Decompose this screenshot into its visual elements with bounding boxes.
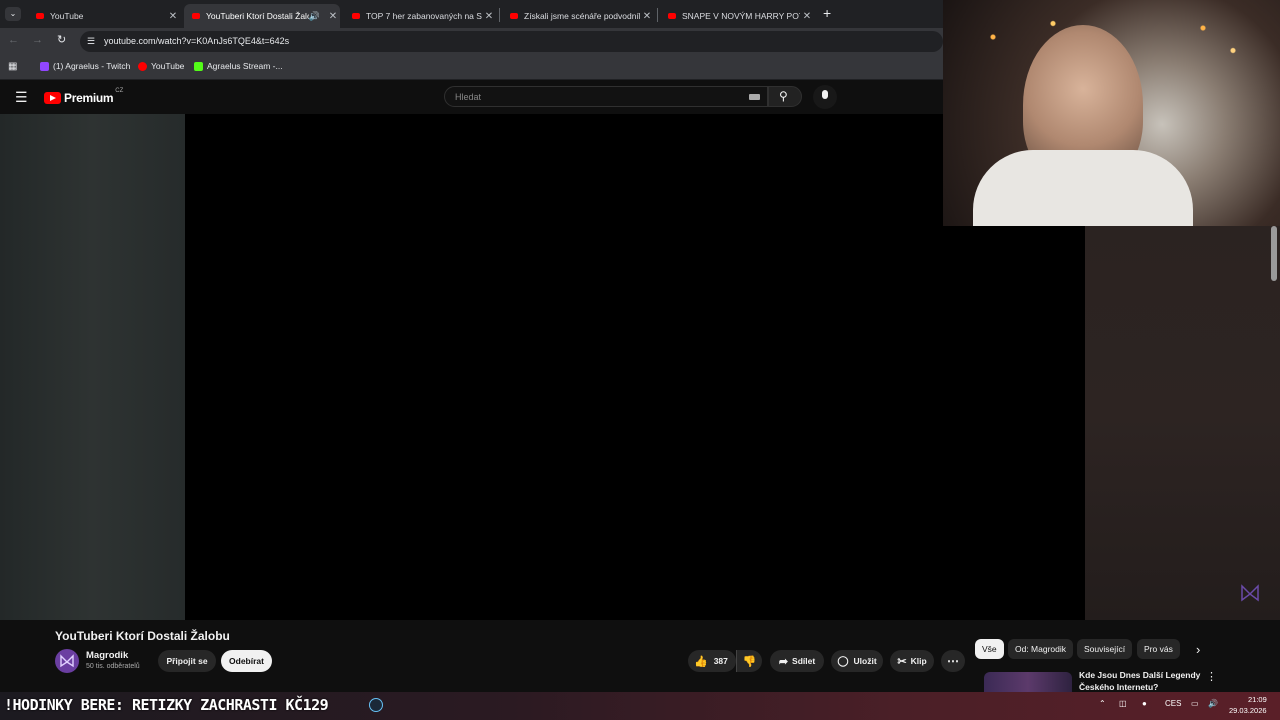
youtube-icon — [138, 61, 147, 71]
site-info-icon[interactable]: ☰ — [87, 36, 95, 47]
twitch-icon — [40, 61, 49, 71]
voice-search-button[interactable] — [813, 85, 837, 109]
dislike-button[interactable]: 👎 — [736, 650, 762, 672]
video-title: YouTuberi Ktorí Dostali Žalobu — [55, 629, 230, 643]
chips-next-icon[interactable]: › — [1196, 642, 1200, 657]
subscribe-button[interactable]: Odebírat — [221, 650, 272, 672]
language-indicator[interactable]: CES — [1165, 699, 1181, 708]
recommended-more-icon[interactable]: ⋮ — [1206, 670, 1217, 683]
tab-separator — [499, 8, 500, 22]
browser-toolbar: ← → ↻ ☰ youtube.com/watch?v=K0AnJs6TQE4&… — [0, 28, 943, 54]
tray-volume-icon[interactable]: 🔊 — [1208, 699, 1218, 708]
chip-related[interactable]: Související — [1077, 639, 1133, 659]
tab-ziskali[interactable]: Získali jsme scénáře podvodníků ✕ — [502, 4, 654, 28]
recommended-thumbnail[interactable] — [984, 672, 1072, 692]
bookmark-twitch[interactable]: (1) Agraelus - Twitch — [40, 61, 130, 71]
more-horizontal-icon: ⋯ — [947, 654, 959, 668]
search-placeholder: Hledat — [455, 92, 482, 102]
chip-for-you[interactable]: Pro vás — [1137, 639, 1180, 659]
tray-mic-icon[interactable]: ● — [1142, 699, 1147, 708]
thumbs-up-icon: 👍 — [694, 655, 708, 668]
speaker-icon[interactable]: 🔊 — [309, 11, 320, 22]
steam-icon[interactable] — [369, 698, 383, 712]
youtube-favicon-icon — [510, 13, 518, 19]
page-scrollbar[interactable] — [1271, 226, 1277, 281]
search-icon: ⚲ — [779, 89, 788, 103]
keyboard-icon[interactable] — [749, 94, 760, 100]
tab-search-dropdown-icon[interactable]: ⌄ — [5, 7, 21, 21]
back-icon[interactable]: ← — [8, 34, 19, 46]
join-button[interactable]: Připojit se — [158, 650, 216, 672]
close-tab-icon[interactable]: ✕ — [800, 11, 814, 22]
new-tab-button[interactable]: + — [823, 5, 831, 21]
channel-watermark-icon[interactable] — [1240, 584, 1260, 602]
premium-label: Premium — [64, 91, 114, 105]
share-icon: ➦ — [778, 655, 789, 668]
share-button[interactable]: ➦ Sdílet — [770, 650, 824, 672]
scissors-icon: ✂ — [897, 655, 907, 668]
chip-from-channel[interactable]: Od: Magrodik — [1008, 639, 1074, 659]
thumbs-down-icon: 👎 — [742, 655, 757, 668]
tab-youtuberi-active[interactable]: YouTuberi Ktorí Dostali Žalobu 🔊 ✕ — [184, 4, 340, 28]
youtube-favicon-icon — [36, 13, 44, 19]
tab-separator — [657, 8, 658, 22]
bookmark-youtube[interactable]: YouTube — [138, 61, 184, 71]
youtube-play-icon — [44, 92, 61, 104]
bookmark-icon: ◯ — [837, 655, 849, 667]
youtube-favicon-icon — [668, 13, 676, 19]
browser-tab-bar: ⌄ YouTube ✕ YouTuberi Ktorí Dostali Žalo… — [0, 0, 943, 28]
clock-date[interactable]: 29.03.2026 — [1229, 706, 1267, 715]
hamburger-menu-icon[interactable]: ☰ — [15, 89, 28, 106]
like-button[interactable]: 👍 387 — [688, 650, 736, 672]
youtube-favicon-icon — [192, 13, 200, 19]
youtube-logo[interactable]: Premium CZ — [44, 88, 124, 105]
bookmarks-bar: ▦ (1) Agraelus - Twitch YouTube Agraelus… — [0, 54, 943, 80]
like-count: 387 — [713, 656, 728, 666]
microphone-icon — [822, 90, 828, 99]
bookmark-kick[interactable]: Agraelus Stream -... — [194, 61, 283, 71]
close-tab-icon[interactable]: ✕ — [640, 11, 654, 22]
apps-grid-icon[interactable]: ▦ — [8, 61, 17, 72]
channel-avatar[interactable] — [55, 649, 79, 673]
search-button[interactable]: ⚲ — [768, 86, 802, 107]
reload-icon[interactable]: ↻ — [57, 33, 66, 46]
tray-overflow-icon[interactable]: ⌃ — [1099, 699, 1106, 708]
more-actions-button[interactable]: ⋯ — [941, 650, 965, 672]
magrodik-logo-icon — [60, 654, 74, 668]
channel-name[interactable]: Magrodik — [86, 650, 128, 661]
chip-all[interactable]: Vše — [975, 639, 1004, 659]
save-button[interactable]: ◯ Uložit — [831, 650, 883, 672]
close-tab-icon[interactable]: ✕ — [482, 11, 496, 22]
tray-display-icon[interactable]: ▭ — [1191, 699, 1199, 708]
forward-icon[interactable]: → — [32, 34, 43, 46]
tray-network-icon[interactable]: ◫ — [1119, 699, 1127, 708]
close-tab-icon[interactable]: ✕ — [326, 11, 340, 22]
close-tab-icon[interactable]: ✕ — [166, 11, 180, 22]
streamer-webcam — [943, 0, 1280, 226]
ambient-left-panel — [0, 114, 185, 620]
clock-time[interactable]: 21:09 — [1248, 695, 1267, 704]
kick-icon — [194, 61, 203, 71]
tab-snape[interactable]: SNAPE V NOVÝM HARRY POTTEROVI ✕ — [660, 4, 814, 28]
search-input[interactable]: Hledat — [444, 86, 768, 107]
url-text[interactable]: youtube.com/watch?v=K0AnJs6TQE4&t=642s — [104, 36, 289, 46]
recommended-title[interactable]: Kde Jsou Dnes Další Legendy Českého Inte… — [1079, 669, 1204, 692]
channel-subscribers: 50 tis. odběratelů — [86, 663, 140, 670]
youtube-favicon-icon — [352, 13, 360, 19]
clip-button[interactable]: ✂ Klip — [890, 650, 934, 672]
tab-youtube[interactable]: YouTube ✕ — [28, 4, 180, 28]
webcam-shirt — [973, 150, 1193, 226]
address-bar[interactable]: ☰ youtube.com/watch?v=K0AnJs6TQE4&t=642s — [80, 31, 943, 52]
region-label: CZ — [115, 88, 124, 94]
tab-top7[interactable]: TOP 7 her zabanovaných na Steamu ✕ — [344, 4, 496, 28]
stream-ticker: !HODINKY BERE: RETIZKY ZACHRASTI KČ129 — [4, 696, 329, 714]
